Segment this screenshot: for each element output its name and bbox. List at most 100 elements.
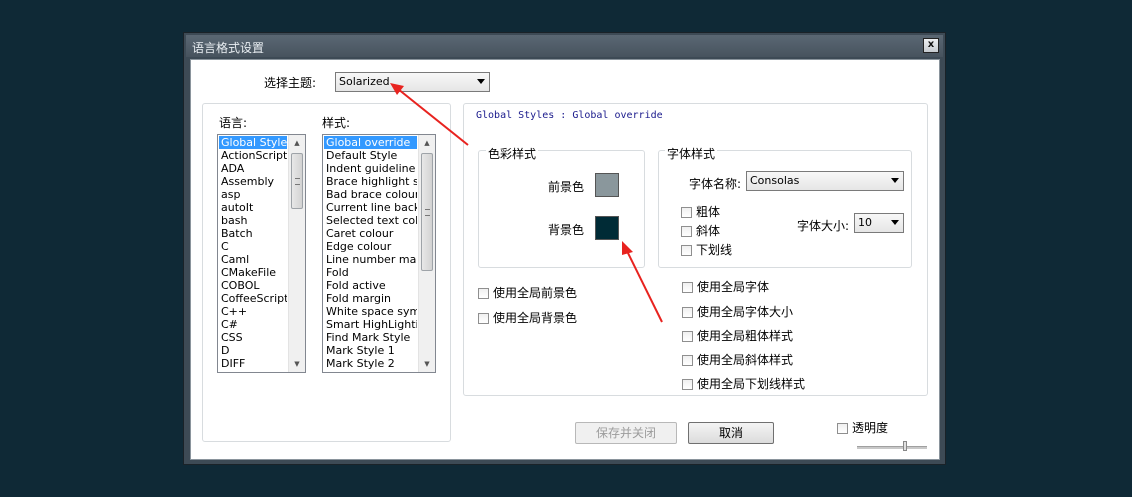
chevron-down-icon — [891, 220, 899, 225]
use-global-bold-checkbox[interactable]: 使用全局粗体样式 — [682, 327, 793, 344]
use-global-background-label: 使用全局背景色 — [493, 311, 578, 325]
language-list-item[interactable]: ADA — [219, 162, 287, 175]
underline-checkbox[interactable]: 下划线 — [681, 241, 732, 258]
chevron-down-icon — [891, 178, 899, 183]
transparency-slider-thumb[interactable] — [903, 441, 907, 451]
use-global-font-size-checkbox[interactable]: 使用全局字体大小 — [682, 303, 793, 320]
use-global-background-checkbox[interactable]: 使用全局背景色 — [478, 309, 577, 326]
style-list-item[interactable]: Caret colour — [324, 227, 417, 240]
checkbox-box — [682, 282, 693, 293]
language-list-item[interactable]: Batch — [219, 227, 287, 240]
theme-select-value: Solarized — [339, 75, 390, 88]
style-list-scrollbar[interactable]: ▲ ▼ — [418, 135, 435, 372]
style-list-item[interactable]: White space symbol — [324, 305, 417, 318]
use-global-underline-label: 使用全局下划线样式 — [697, 377, 806, 391]
checkbox-box — [681, 226, 692, 237]
use-global-font-label: 使用全局字体 — [697, 280, 770, 294]
chevron-down-icon — [477, 79, 485, 84]
language-list-item[interactable]: C — [219, 240, 287, 253]
style-list-item[interactable]: Edge colour — [324, 240, 417, 253]
style-list-item[interactable]: Smart HighLighting — [324, 318, 417, 331]
use-global-bold-label: 使用全局粗体样式 — [697, 329, 794, 343]
scroll-down-icon[interactable]: ▼ — [289, 356, 305, 372]
style-list-item[interactable]: Mark Style 1 — [324, 344, 417, 357]
language-list-item[interactable]: COBOL — [219, 279, 287, 292]
language-list-scrollbar[interactable]: ▲ ▼ — [288, 135, 305, 372]
checkbox-box — [478, 313, 489, 324]
font-name-select[interactable]: Consolas — [746, 171, 904, 191]
underline-label: 下划线 — [696, 243, 733, 257]
style-list-item[interactable]: Find Mark Style — [324, 331, 417, 344]
style-list-item[interactable]: Mark Style 2 — [324, 357, 417, 370]
scroll-up-icon[interactable]: ▲ — [419, 135, 435, 151]
close-button[interactable]: x — [923, 38, 939, 53]
italic-checkbox[interactable]: 斜体 — [681, 222, 720, 239]
font-size-label: 字体大小: — [797, 219, 850, 233]
background-color-label: 背景色 — [548, 223, 585, 237]
style-list-item[interactable]: Default Style — [324, 149, 417, 162]
language-list-item[interactable]: Global Styles — [219, 136, 287, 149]
language-style-dialog: 语言格式设置 x 选择主题: Solarized 语言: 样式: Global … — [183, 32, 946, 465]
font-size-select[interactable]: 10 — [854, 213, 904, 233]
style-list-item[interactable]: Fold — [324, 266, 417, 279]
style-list[interactable]: Global override Default Style Indent guide… — [322, 134, 436, 373]
foreground-color-swatch[interactable] — [595, 173, 619, 197]
use-global-font-checkbox[interactable]: 使用全局字体 — [682, 278, 769, 295]
language-list-item[interactable]: C# — [219, 318, 287, 331]
window-title: 语言格式设置 — [192, 41, 265, 55]
transparency-label: 透明度 — [852, 421, 889, 435]
language-list-item[interactable]: CoffeeScript — [219, 292, 287, 305]
bold-label: 粗体 — [696, 205, 721, 219]
save-close-button[interactable]: 保存并关闭 — [575, 422, 677, 444]
font-name-label: 字体名称: — [689, 177, 742, 191]
use-global-underline-checkbox[interactable]: 使用全局下划线样式 — [682, 375, 805, 392]
checkbox-box — [837, 423, 848, 434]
font-size-value: 10 — [858, 216, 872, 229]
color-style-title: 色彩样式 — [486, 145, 539, 162]
theme-select[interactable]: Solarized — [335, 72, 490, 92]
scroll-thumb[interactable] — [291, 153, 303, 209]
language-list-item[interactable]: D — [219, 344, 287, 357]
language-list-item[interactable]: CSS — [219, 331, 287, 344]
dialog-body: 选择主题: Solarized 语言: 样式: Global Styles Act… — [190, 59, 940, 460]
style-list-item[interactable]: Line number margin — [324, 253, 417, 266]
language-list-item[interactable]: Assembly — [219, 175, 287, 188]
style-list-item[interactable]: Brace highlight style — [324, 175, 417, 188]
scroll-thumb[interactable] — [421, 153, 433, 271]
cancel-button[interactable]: 取消 — [688, 422, 774, 444]
language-list-item[interactable]: Caml — [219, 253, 287, 266]
style-list-item[interactable]: Fold active — [324, 279, 417, 292]
style-list-item[interactable]: Bad brace colour — [324, 188, 417, 201]
language-list-item[interactable]: CMakeFile — [219, 266, 287, 279]
style-list-item[interactable]: Selected text colour — [324, 214, 417, 227]
use-global-italic-checkbox[interactable]: 使用全局斜体样式 — [682, 351, 793, 368]
checkbox-box — [682, 379, 693, 390]
italic-label: 斜体 — [696, 224, 721, 238]
language-list-item[interactable]: autoIt — [219, 201, 287, 214]
style-list-item[interactable]: Global override — [324, 136, 417, 149]
theme-label: 选择主题: — [264, 76, 317, 90]
title-bar[interactable]: 语言格式设置 x — [186, 35, 943, 57]
language-list-item[interactable]: DIFF — [219, 357, 287, 370]
use-global-foreground-checkbox[interactable]: 使用全局前景色 — [478, 284, 577, 301]
style-label: 样式: — [322, 116, 351, 130]
bold-checkbox[interactable]: 粗体 — [681, 203, 720, 220]
transparency-slider-track[interactable] — [857, 446, 927, 449]
language-label: 语言: — [219, 116, 248, 130]
language-list[interactable]: Global Styles ActionScript ADA Assembly asp a… — [217, 134, 306, 373]
language-list-item[interactable]: C++ — [219, 305, 287, 318]
language-list-item[interactable]: bash — [219, 214, 287, 227]
scroll-up-icon[interactable]: ▲ — [289, 135, 305, 151]
scroll-down-icon[interactable]: ▼ — [419, 356, 435, 372]
transparency-checkbox[interactable]: 透明度 — [837, 419, 888, 436]
language-list-item[interactable]: ActionScript — [219, 149, 287, 162]
font-name-value: Consolas — [750, 174, 800, 187]
checkbox-box — [681, 245, 692, 256]
language-list-item[interactable]: asp — [219, 188, 287, 201]
style-list-item[interactable]: Fold margin — [324, 292, 417, 305]
language-list-items: Global Styles ActionScript ADA Assembly asp a… — [219, 136, 287, 370]
checkbox-box — [682, 355, 693, 366]
style-list-item[interactable]: Current line background colour — [324, 201, 417, 214]
style-list-item[interactable]: Indent guideline style — [324, 162, 417, 175]
background-color-swatch[interactable] — [595, 216, 619, 240]
